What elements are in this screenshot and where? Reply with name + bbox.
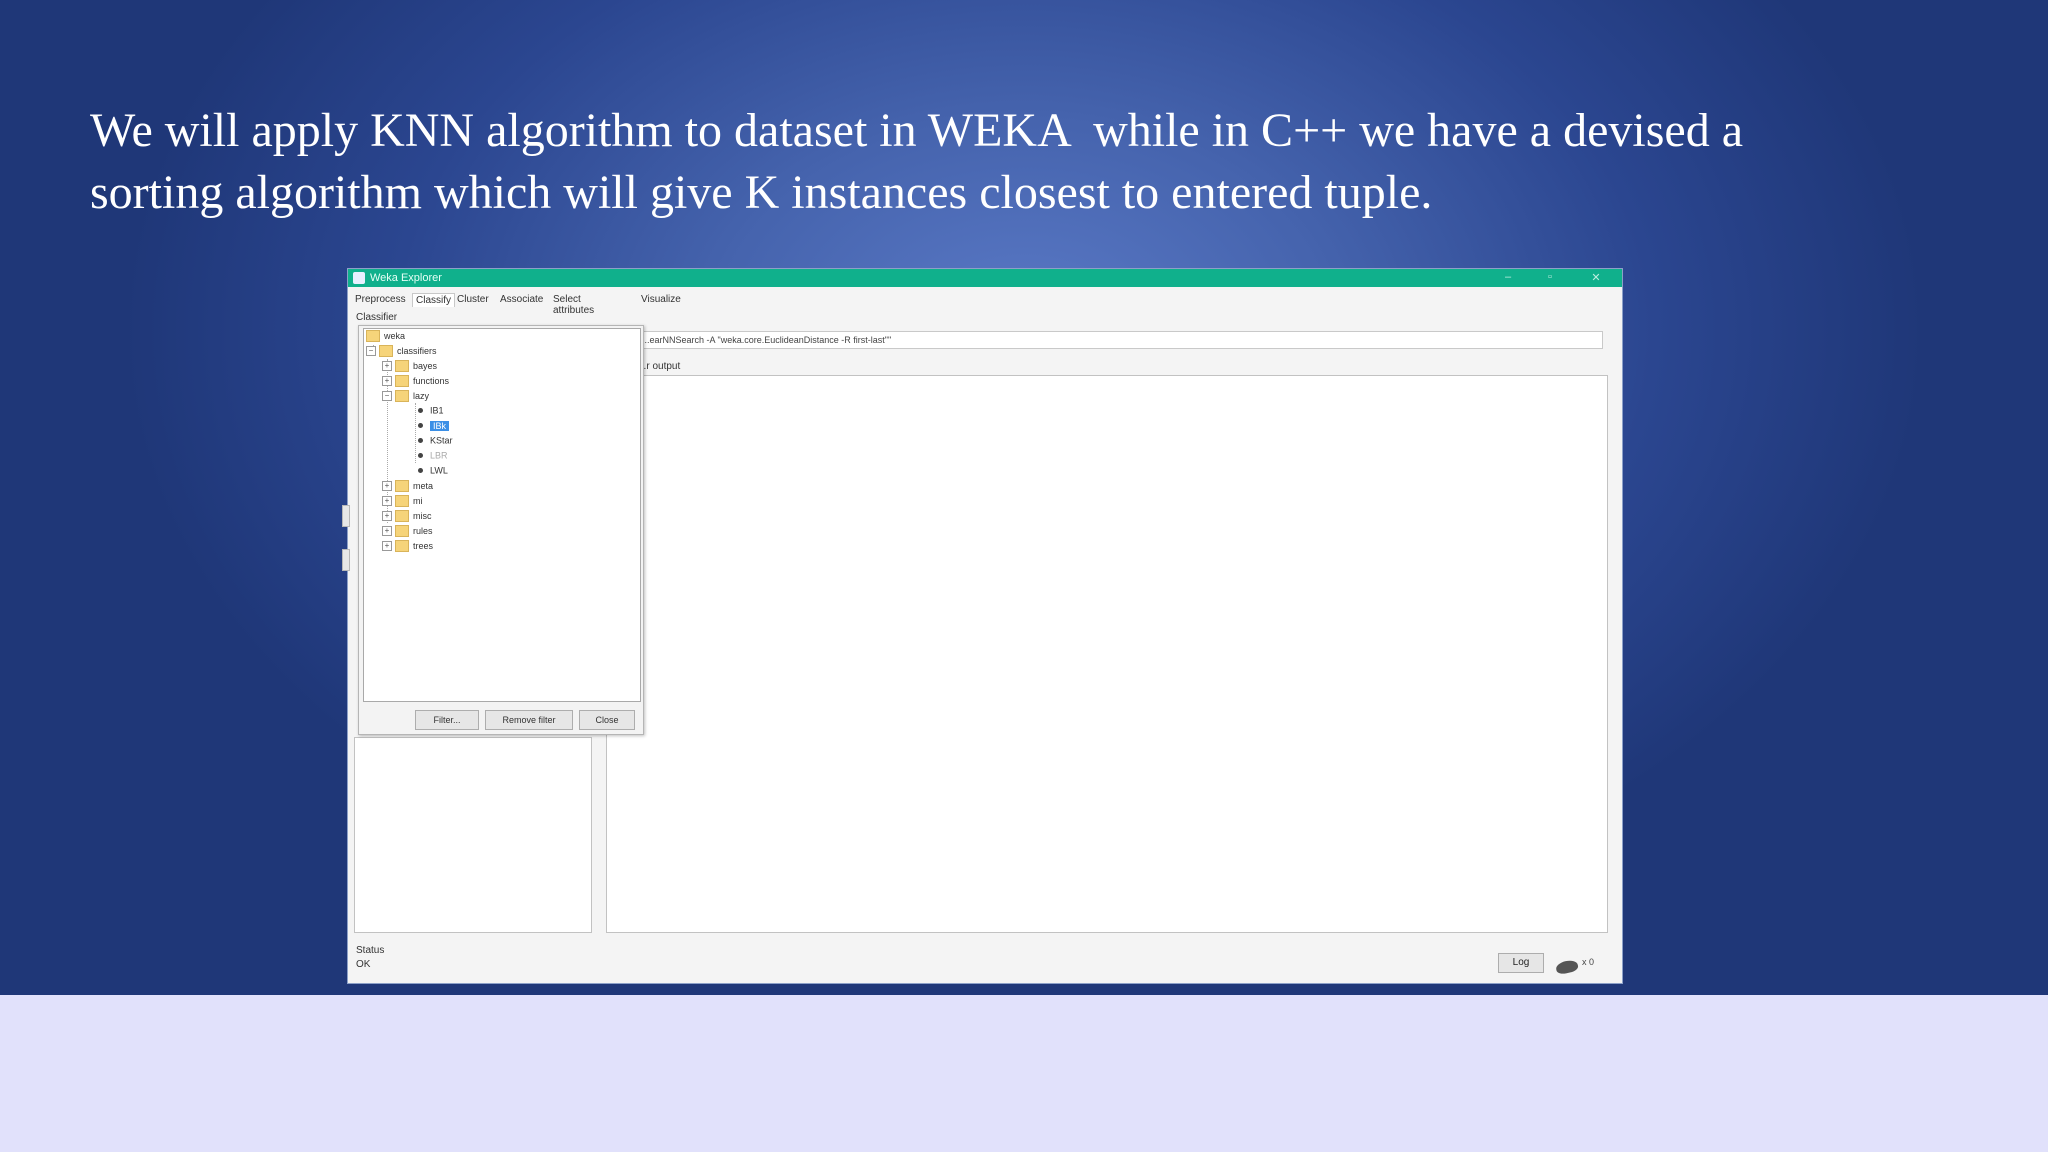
expand-icon[interactable]: + bbox=[382, 526, 392, 536]
classifier-tree[interactable]: weka − classifiers + bayes + functions − laz… bbox=[363, 328, 641, 702]
status-text: OK bbox=[356, 959, 371, 970]
window-titlebar[interactable]: Weka Explorer – ▫ ✕ bbox=[348, 269, 1622, 287]
filter-button[interactable]: Filter... bbox=[415, 710, 479, 730]
folder-icon bbox=[395, 480, 409, 492]
split-handle[interactable] bbox=[342, 505, 350, 527]
status-section-label: Status bbox=[356, 945, 385, 956]
tree-item-mi[interactable]: + mi bbox=[382, 495, 423, 509]
tab-preprocess[interactable]: Preprocess bbox=[352, 293, 409, 306]
tree-item-rules[interactable]: + rules bbox=[382, 525, 433, 539]
leaf-icon bbox=[418, 423, 423, 429]
collapse-icon[interactable]: − bbox=[366, 346, 376, 356]
tree-item-kstar[interactable]: KStar bbox=[418, 435, 453, 449]
classifier-section-label: Classifier bbox=[356, 312, 398, 323]
weka-app-icon bbox=[353, 272, 365, 284]
folder-icon bbox=[395, 375, 409, 387]
tree-item-functions[interactable]: + functions bbox=[382, 375, 449, 389]
tree-guide-line bbox=[415, 403, 416, 463]
task-count: x 0 bbox=[1582, 957, 1595, 967]
tree-item-classifiers[interactable]: − classifiers bbox=[366, 345, 437, 359]
tree-item-lbr[interactable]: LBR bbox=[418, 450, 448, 464]
leaf-icon bbox=[418, 408, 423, 414]
tree-item-ibk[interactable]: IBk bbox=[418, 420, 450, 434]
minimize-icon[interactable]: – bbox=[1498, 271, 1518, 285]
tree-item-lazy[interactable]: − lazy bbox=[382, 390, 429, 404]
expand-icon[interactable]: + bbox=[382, 511, 392, 521]
tab-visualize[interactable]: Visualize bbox=[638, 293, 684, 306]
classifier-output-area[interactable] bbox=[606, 375, 1608, 933]
tree-item-ib1[interactable]: IB1 bbox=[418, 405, 444, 419]
folder-icon bbox=[395, 495, 409, 507]
tree-item-misc[interactable]: + misc bbox=[382, 510, 432, 524]
expand-icon[interactable]: + bbox=[382, 376, 392, 386]
expand-icon[interactable]: + bbox=[382, 496, 392, 506]
folder-icon bbox=[395, 540, 409, 552]
folder-icon bbox=[395, 510, 409, 522]
result-list[interactable] bbox=[354, 737, 592, 933]
close-button[interactable]: Close bbox=[579, 710, 635, 730]
collapse-icon[interactable]: − bbox=[382, 391, 392, 401]
folder-icon bbox=[395, 360, 409, 372]
folder-icon bbox=[379, 345, 393, 357]
split-handle[interactable] bbox=[342, 549, 350, 571]
tree-item-meta[interactable]: + meta bbox=[382, 480, 433, 494]
leaf-icon bbox=[418, 468, 423, 474]
slide-text: We will apply KNN algorithm to dataset i… bbox=[90, 104, 1744, 219]
folder-icon bbox=[366, 330, 380, 342]
maximize-icon[interactable]: ▫ bbox=[1540, 271, 1560, 285]
tab-select-attributes[interactable]: Select attributes bbox=[550, 293, 597, 317]
log-button[interactable]: Log bbox=[1498, 953, 1544, 973]
expand-icon[interactable]: + bbox=[382, 541, 392, 551]
tree-item-lwl[interactable]: LWL bbox=[418, 465, 448, 479]
leaf-icon bbox=[418, 438, 423, 444]
folder-icon bbox=[395, 525, 409, 537]
weka-explorer-window: Weka Explorer – ▫ ✕ Preprocess Classify … bbox=[342, 269, 1622, 983]
tab-cluster[interactable]: Cluster bbox=[454, 293, 492, 306]
expand-icon[interactable]: + bbox=[382, 361, 392, 371]
classifier-output-label: ...r output bbox=[638, 361, 681, 372]
close-icon[interactable]: ✕ bbox=[1586, 271, 1606, 285]
tree-item-trees[interactable]: + trees bbox=[382, 540, 433, 554]
classifier-command-field[interactable]: ...earNNSearch -A "weka.core.EuclideanDi… bbox=[638, 331, 1603, 349]
classifier-tree-popup: weka − classifiers + bayes + functions − laz… bbox=[358, 325, 644, 735]
folder-icon bbox=[395, 390, 409, 402]
tab-associate[interactable]: Associate bbox=[497, 293, 546, 306]
slide: We will apply KNN algorithm to dataset i… bbox=[0, 0, 2048, 995]
tree-item-weka[interactable]: weka bbox=[366, 330, 405, 344]
tree-item-bayes[interactable]: + bayes bbox=[382, 360, 437, 374]
remove-filter-button[interactable]: Remove filter bbox=[485, 710, 573, 730]
weka-bird-icon bbox=[1554, 958, 1580, 976]
window-title: Weka Explorer bbox=[370, 272, 442, 284]
leaf-icon bbox=[418, 453, 423, 459]
expand-icon[interactable]: + bbox=[382, 481, 392, 491]
tab-classify[interactable]: Classify bbox=[412, 293, 456, 307]
